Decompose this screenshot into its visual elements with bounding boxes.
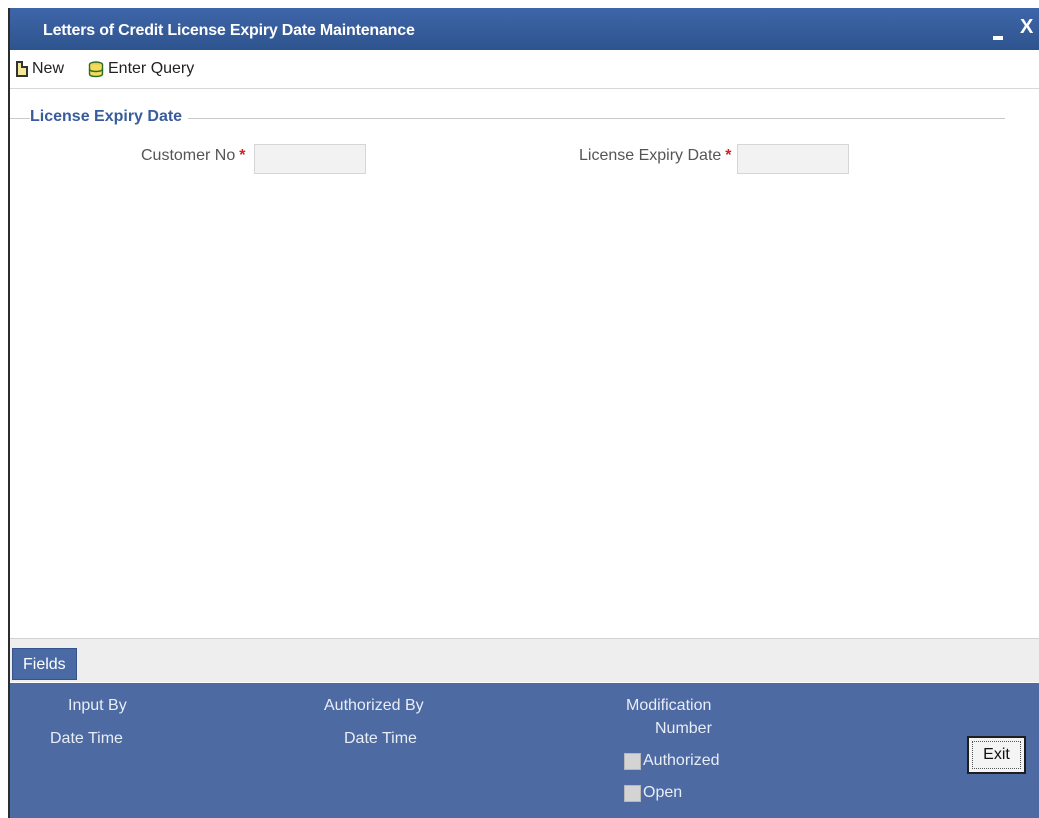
toolbar: New Enter Query [10,50,1039,88]
new-label: New [32,60,65,77]
minimize-button[interactable] [993,24,1003,40]
input-by-label: Input By [68,697,127,714]
required-marker: * [725,147,732,164]
new-button[interactable]: New [16,60,64,78]
document-icon [16,61,28,77]
fields-tab[interactable]: Fields [12,648,77,680]
close-button[interactable]: X [1020,16,1033,39]
open-checkbox-label: Open [643,784,683,801]
section-title: License Expiry Date [30,108,189,126]
authorized-checkbox-label: Authorized [643,752,720,769]
enter-query-label: Enter Query [108,60,195,77]
license-expiry-date-label: License Expiry Date * [579,147,732,165]
fields-bar: Fields [10,638,1039,682]
modification-label: Modification [626,697,712,714]
enter-query-button[interactable]: Enter Query [88,60,194,78]
license-expiry-date-label-text: License Expiry Date [579,147,722,164]
customer-no-input[interactable] [254,144,366,174]
date-time-label: Date Time [50,730,123,747]
main-pane: License Expiry Date Customer No * License… [10,88,1039,638]
checkbox-icon [624,752,641,770]
authorized-date-time-label: Date Time [344,730,417,747]
checkbox-icon [624,784,641,802]
minimize-icon [993,36,1003,40]
authorized-checkbox[interactable]: Authorized [624,752,720,770]
number-label: Number [655,720,712,737]
open-checkbox[interactable]: Open [624,784,682,802]
customer-no-label-text: Customer No [141,147,236,164]
required-marker: * [239,147,246,164]
window-title: Letters of Credit License Expiry Date Ma… [43,22,415,39]
license-expiry-date-input[interactable] [737,144,849,174]
authorized-by-label: Authorized By [324,697,424,714]
database-icon [88,60,104,78]
maintenance-window: Letters of Credit License Expiry Date Ma… [8,8,1039,818]
title-bar[interactable]: Letters of Credit License Expiry Date Ma… [10,8,1039,50]
audit-footer: Input By Date Time Authorized By Date Ti… [10,683,1039,818]
customer-no-label: Customer No * [141,147,245,165]
exit-button[interactable]: Exit [967,736,1026,774]
